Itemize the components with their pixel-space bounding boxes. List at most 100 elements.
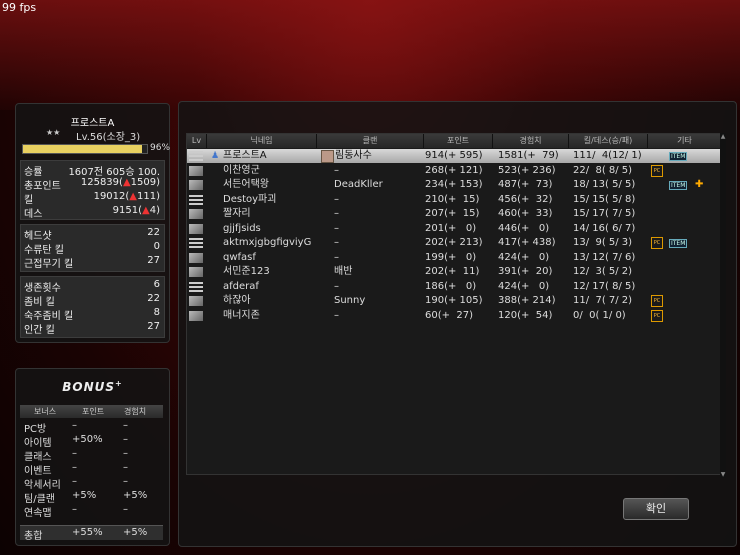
fps-counter: 99 fps <box>2 1 37 14</box>
bonus-exp: – <box>123 434 128 445</box>
player-row[interactable]: 매너지존 – 60(+ 27) 120(+ 54) 0/ 0( 1/ 0) PC <box>187 309 721 323</box>
stat-delta: 4) <box>149 205 160 216</box>
player-row[interactable]: qwfasf – 199(+ 0) 424(+ 0) 13/ 12( 7/ 6) <box>187 251 721 265</box>
col-clan: 클랜 <box>317 134 424 148</box>
player-row[interactable]: gjjfjsids – 201(+ 0) 446(+ 0) 14/ 16( 6/ 7) <box>187 222 721 236</box>
bonus-row: 아이템 +50% – <box>20 434 163 449</box>
stat-number: 125839( <box>80 177 123 188</box>
player-point: 210(+ 15) <box>425 193 480 205</box>
bonus-point: – <box>72 420 77 431</box>
player-kd: 12/ 3( 5/ 2) <box>573 266 633 277</box>
stat-label: 킬 <box>24 195 34 206</box>
stats-main: 승률 1607전 605승 100. 총포인트 125839(▲1509) 킬 19012… <box>20 160 165 220</box>
stat-value: 125839(▲1509) <box>81 177 160 188</box>
player-kd: 18/ 13( 5/ 5) <box>573 179 636 190</box>
bonus-point: – <box>72 476 77 487</box>
player-point: 199(+ 0) <box>425 251 477 263</box>
bonus-name: 아이템 <box>24 438 52 449</box>
player-row[interactable]: 서든어택왕 DeadKller 234(+ 153) 487(+ 73) 18/ 13(… <box>187 178 721 192</box>
player-kd: 22/ 8( 8/ 5) <box>573 164 633 176</box>
player-row[interactable]: afderaf – 186(+ 0) 424(+ 0) 12/ 17( 8/ 5) <box>187 280 721 294</box>
col-exp: 경험치 <box>493 134 569 148</box>
bonus-exp: – <box>123 476 128 487</box>
player-point: 201(+ 0) <box>425 222 477 234</box>
player-row[interactable]: ♟ 프로스트A 림동사수 914(+ 595) 1581(+ 79) 111/ 4(12/… <box>187 149 721 163</box>
player-point: 190(+ 105) <box>425 295 483 306</box>
confirm-button[interactable]: 확인 <box>623 498 689 520</box>
player-row[interactable]: 이찬영군 – 268(+ 121) 523(+ 236) 22/ 8( 8/ 5) PC <box>187 164 721 178</box>
up-triangle-icon: ▲ <box>142 205 150 216</box>
stat-value: 8 <box>154 307 160 318</box>
stat-value: 19012(▲111) <box>94 191 160 202</box>
bonus-total: 총합 +55% +5% <box>20 525 163 542</box>
rank-icon <box>189 281 203 292</box>
bonus-title: BONUS+ <box>62 379 123 394</box>
stat-row: 숙주좀비 킬 8 <box>21 307 164 322</box>
bonus-exp: – <box>123 420 128 431</box>
bonus-exp: – <box>123 504 128 515</box>
bonus-row: 악세서리 – – <box>20 476 163 491</box>
rank-icon <box>189 151 203 161</box>
table-header: Lv 닉네임 클랜 포인트 경험치 킬/데스(승/패) 기타 <box>187 134 722 148</box>
player-row[interactable]: aktmxjgbgfigviyG – 202(+ 213) 417(+ 438) 13/… <box>187 236 721 250</box>
stat-number: 9151( <box>112 205 143 216</box>
stat-value: 22 <box>147 227 160 238</box>
stat-row: 좀비 킬 22 <box>21 293 164 308</box>
bonus-rows: PC방 – – 아이템 +50% – 클래스 – – 이벤트 – – 악세서리 – – 팀/클랜 +5% +5% 연… <box>20 420 163 520</box>
stat-label: 수류탄 킬 <box>24 245 64 256</box>
exp-bar <box>22 144 148 154</box>
player-nick: qwfasf <box>223 251 256 263</box>
stat-value: 1607전 605승 100. <box>68 163 160 178</box>
col-kd: 킬/데스(승/패) <box>569 134 648 148</box>
add-friend-icon[interactable]: ✚ <box>695 178 703 192</box>
player-kd: 111/ 4(12/ 1) <box>573 150 642 161</box>
player-row[interactable]: Destoy파괴 – 210(+ 15) 456(+ 32) 15/ 15( 5/ 8) <box>187 193 721 207</box>
bonus-exp: – <box>123 448 128 459</box>
bonus-name: 클래스 <box>24 452 52 463</box>
item-badge: ITEM <box>669 181 688 190</box>
stat-label: 데스 <box>24 209 43 220</box>
player-exp: 456(+ 32) <box>498 193 553 205</box>
bonus-point: +50% <box>72 434 103 445</box>
player-clan: DeadKller <box>334 179 383 190</box>
stats-zombie: 생존횟수 6 좀비 킬 22 숙주좀비 킬 8 인간 킬 27 <box>20 276 165 338</box>
player-nick: 짤자리 <box>223 208 251 219</box>
player-exp: 391(+ 20) <box>498 266 553 277</box>
stat-label: 총포인트 <box>24 181 61 192</box>
player-exp: 424(+ 0) <box>498 251 550 263</box>
player-nick: 매너지존 <box>223 309 260 321</box>
col-lv: Lv <box>187 134 207 148</box>
player-clan: – <box>334 193 339 205</box>
stat-row: 승률 1607전 605승 100. <box>21 163 164 178</box>
rank-icon <box>189 194 203 205</box>
background-art <box>0 0 740 110</box>
stat-value: 6 <box>154 279 160 290</box>
clan-mark-icon <box>321 150 334 163</box>
player-row[interactable]: 짤자리 – 207(+ 15) 460(+ 33) 15/ 17( 7/ 5) <box>187 207 721 221</box>
stat-row: 수류탄 킬 0 <box>21 241 164 256</box>
player-point: 234(+ 153) <box>425 179 483 190</box>
player-nick: aktmxjgbgfigviyG <box>223 237 312 248</box>
scrollbar[interactable]: ▲ ▼ <box>720 133 726 478</box>
bonus-name: 연속맵 <box>24 508 52 519</box>
bonus-row: 클래스 – – <box>20 448 163 463</box>
player-nick: 하잖아 <box>223 295 251 306</box>
pc-badge: PC <box>651 295 663 307</box>
up-triangle-icon: ▲ <box>129 191 137 202</box>
stat-label: 생존횟수 <box>24 283 61 294</box>
bonus-row: PC방 – – <box>20 420 163 435</box>
player-row[interactable]: 하잖아 Sunny 190(+ 105) 388(+ 214) 11/ 7( 7/ 2)… <box>187 294 721 308</box>
bonus-row: 팀/클랜 +5% +5% <box>20 490 163 505</box>
player-nick: 서민준123 <box>223 266 270 277</box>
player-nick: 서든어택왕 <box>223 179 269 190</box>
pc-badge: PC <box>651 309 663 322</box>
scroll-down-icon[interactable]: ▼ <box>720 471 726 478</box>
scroll-up-icon[interactable]: ▲ <box>720 133 726 140</box>
rank-icon <box>189 165 203 176</box>
rank-icon <box>189 223 203 234</box>
stat-number: 27 <box>147 321 160 332</box>
player-row[interactable]: 서민준123 배반 202(+ 11) 391(+ 20) 12/ 3( 5/ 2) <box>187 265 721 279</box>
stat-row: 인간 킬 27 <box>21 321 164 336</box>
stat-label: 근접무기 킬 <box>24 259 74 270</box>
player-clan: Sunny <box>334 295 366 306</box>
